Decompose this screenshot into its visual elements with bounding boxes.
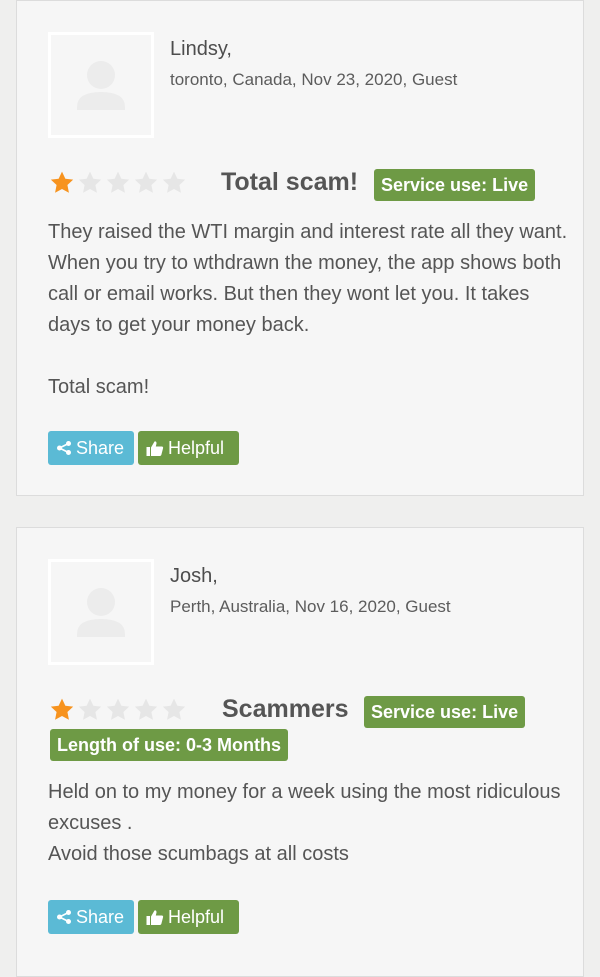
share-button[interactable]: Share xyxy=(48,431,134,465)
review-title: Scammers xyxy=(222,695,349,723)
star-rating xyxy=(49,170,187,198)
star-empty-icon xyxy=(161,697,187,723)
review-paragraph: Held on to my money for a week using the… xyxy=(48,781,561,834)
star-filled-icon xyxy=(49,697,75,723)
star-empty-icon xyxy=(133,697,159,723)
star-empty-icon xyxy=(105,697,131,723)
thumbs-up-icon xyxy=(146,909,164,925)
service-use-badge: Service use: Live xyxy=(374,169,536,201)
length-of-use-badge: Length of use: 0-3 Months xyxy=(50,729,288,761)
review-body: They raised the WTI margin and interest … xyxy=(48,217,568,403)
review-paragraph: Avoid those scumbags at all costs xyxy=(48,843,349,865)
service-use-badge: Service use: Live xyxy=(364,696,526,728)
review-meta: Perth, Australia, Nov 16, 2020, Guest xyxy=(170,597,451,616)
review-card: Josh, Perth, Australia, Nov 16, 2020, Gu… xyxy=(16,527,584,977)
star-empty-icon xyxy=(77,697,103,723)
review-author: Lindsy, xyxy=(170,38,232,60)
star-empty-icon xyxy=(133,170,159,196)
share-icon xyxy=(57,910,71,924)
star-empty-icon xyxy=(105,170,131,196)
review-title: Total scam! xyxy=(221,168,359,196)
helpful-button[interactable]: Helpful xyxy=(138,900,239,934)
share-icon xyxy=(57,441,71,455)
user-silhouette-icon xyxy=(77,61,125,110)
share-button[interactable]: Share xyxy=(48,900,134,934)
share-label: Share xyxy=(76,907,125,927)
review-paragraph: They raised the WTI margin and interest … xyxy=(48,221,568,336)
helpful-button[interactable]: Helpful xyxy=(138,431,239,465)
review-body: Held on to my money for a week using the… xyxy=(48,777,568,870)
share-label: Share xyxy=(76,438,125,458)
star-filled-icon xyxy=(49,170,75,196)
helpful-label: Helpful xyxy=(168,907,225,927)
star-empty-icon xyxy=(161,170,187,196)
star-rating xyxy=(49,697,187,725)
review-meta: toronto, Canada, Nov 23, 2020, Guest xyxy=(170,70,458,89)
avatar-placeholder xyxy=(48,559,154,665)
user-silhouette-icon xyxy=(77,588,125,637)
thumbs-up-icon xyxy=(146,440,164,456)
avatar-placeholder xyxy=(48,32,154,138)
review-card: Lindsy, toronto, Canada, Nov 23, 2020, G… xyxy=(16,0,584,496)
review-paragraph: Total scam! xyxy=(48,376,150,398)
star-empty-icon xyxy=(77,170,103,196)
helpful-label: Helpful xyxy=(168,438,225,458)
review-author: Josh, xyxy=(170,565,218,587)
